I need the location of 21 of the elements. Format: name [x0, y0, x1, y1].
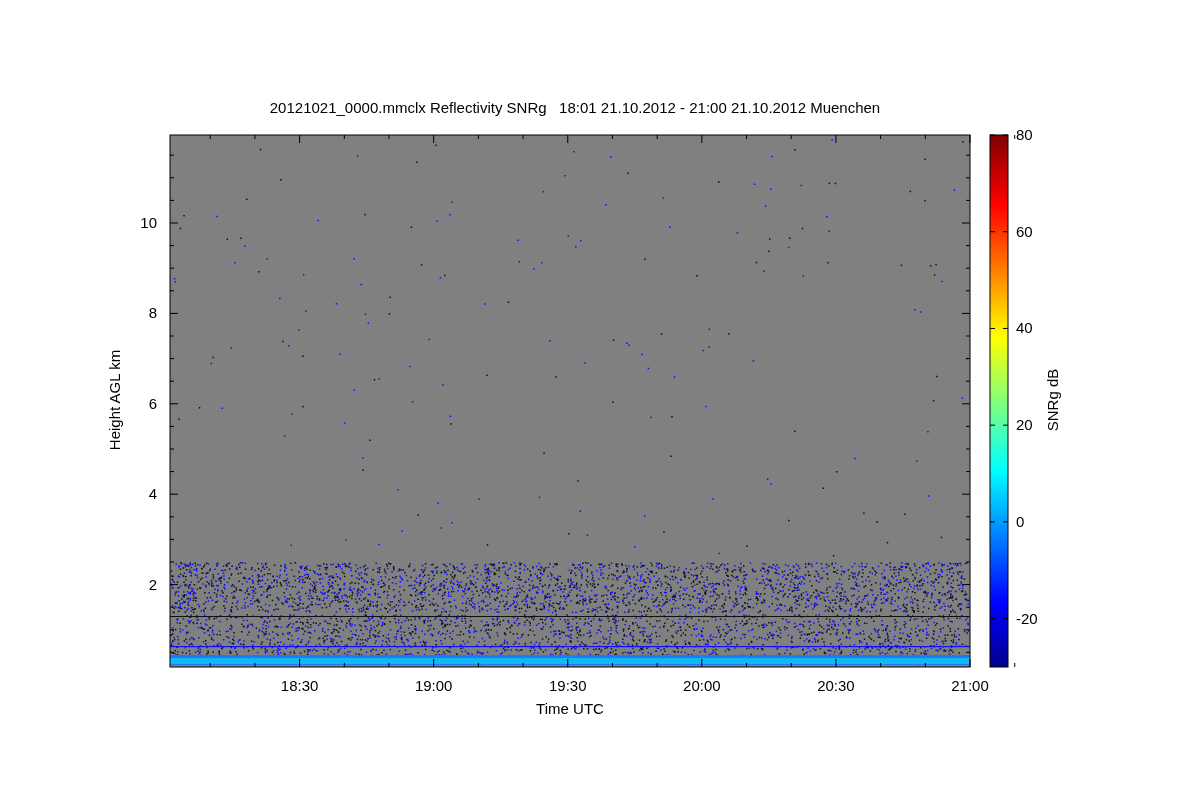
- x-tick-label: 20:00: [683, 677, 721, 694]
- x-tick-label: 19:00: [414, 677, 453, 694]
- colorbar-tick-label: 60: [1016, 222, 1033, 240]
- colorbar-tick-label: 20: [1016, 416, 1033, 434]
- y-axis-title: Height AGL km: [106, 349, 123, 451]
- colorbar-tick-label: -20: [1016, 609, 1038, 627]
- colorbar-tick-label: 0: [1016, 512, 1025, 530]
- y-tick-label: 4: [148, 485, 157, 503]
- colorbar-title: SNRg dB: [1044, 368, 1061, 432]
- y-tick-label: 8: [148, 304, 157, 322]
- colorbar-tick-label: 40: [1016, 319, 1033, 337]
- x-tick-label: 21:00: [951, 677, 989, 694]
- y-tick-label: 2: [148, 575, 157, 593]
- x-tick-label: 19:30: [549, 677, 587, 694]
- y-tick-label: 6: [148, 394, 157, 412]
- chart-title: 20121021_0000.mmclx Reflectivity SNRg 18:01 21.10.2012 - 21:00 21.10.2012 Muenchen: [269, 99, 881, 116]
- x-axis-title: Time UTC: [536, 700, 604, 717]
- colorbar-tick-label: 80: [1016, 126, 1033, 143]
- y-tick-label: 10: [140, 214, 157, 231]
- x-tick-label: 18:30: [280, 677, 319, 694]
- x-tick-label: 20:30: [817, 677, 855, 694]
